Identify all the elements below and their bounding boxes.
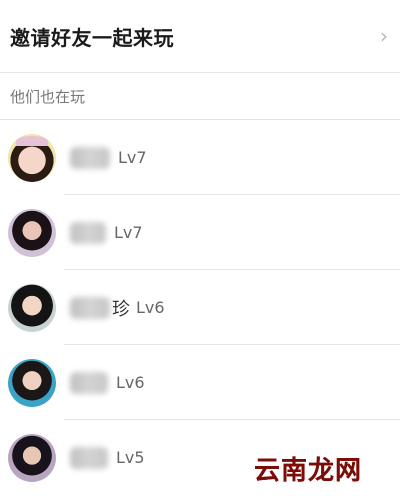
friend-level: Lv5 bbox=[116, 448, 145, 467]
blurred-friend-name bbox=[70, 221, 106, 244]
cartoon-girl-avatar bbox=[8, 133, 56, 182]
section-header: 他们也在玩 bbox=[0, 73, 400, 119]
friends-screen: 邀请好友一起来玩 › 他们也在玩 Lv7 Lv7 珍 Lv6 Lv6 Lv5 云… bbox=[0, 0, 400, 501]
blurred-friend-name bbox=[70, 296, 110, 319]
friend-row[interactable]: Lv7 bbox=[0, 120, 400, 195]
blurred-friend-name bbox=[70, 446, 108, 469]
friend-level: Lv6 bbox=[116, 373, 145, 392]
blurred-friend-name bbox=[70, 146, 110, 169]
chevron-right-icon: › bbox=[380, 24, 388, 48]
section-title: 他们也在玩 bbox=[10, 87, 86, 106]
friend-row[interactable]: Lv6 bbox=[0, 345, 400, 420]
friend-level: Lv7 bbox=[118, 148, 147, 167]
friend-row[interactable]: Lv7 bbox=[0, 195, 400, 270]
watermark: 云南龙网 bbox=[253, 456, 362, 486]
blurred-friend-name bbox=[70, 371, 108, 394]
friend-level: Lv7 bbox=[114, 223, 143, 242]
invite-friends-row[interactable]: 邀请好友一起来玩 › bbox=[0, 0, 400, 72]
friend-row[interactable]: 珍 Lv6 bbox=[0, 270, 400, 345]
friend-name-suffix: 珍 bbox=[112, 298, 130, 320]
user-avatar bbox=[8, 283, 56, 332]
user-avatar bbox=[8, 208, 56, 257]
user-avatar bbox=[8, 358, 56, 407]
friend-level: Lv6 bbox=[136, 298, 165, 317]
user-avatar bbox=[8, 433, 56, 482]
invite-friends-title: 邀请好友一起来玩 bbox=[10, 25, 174, 50]
